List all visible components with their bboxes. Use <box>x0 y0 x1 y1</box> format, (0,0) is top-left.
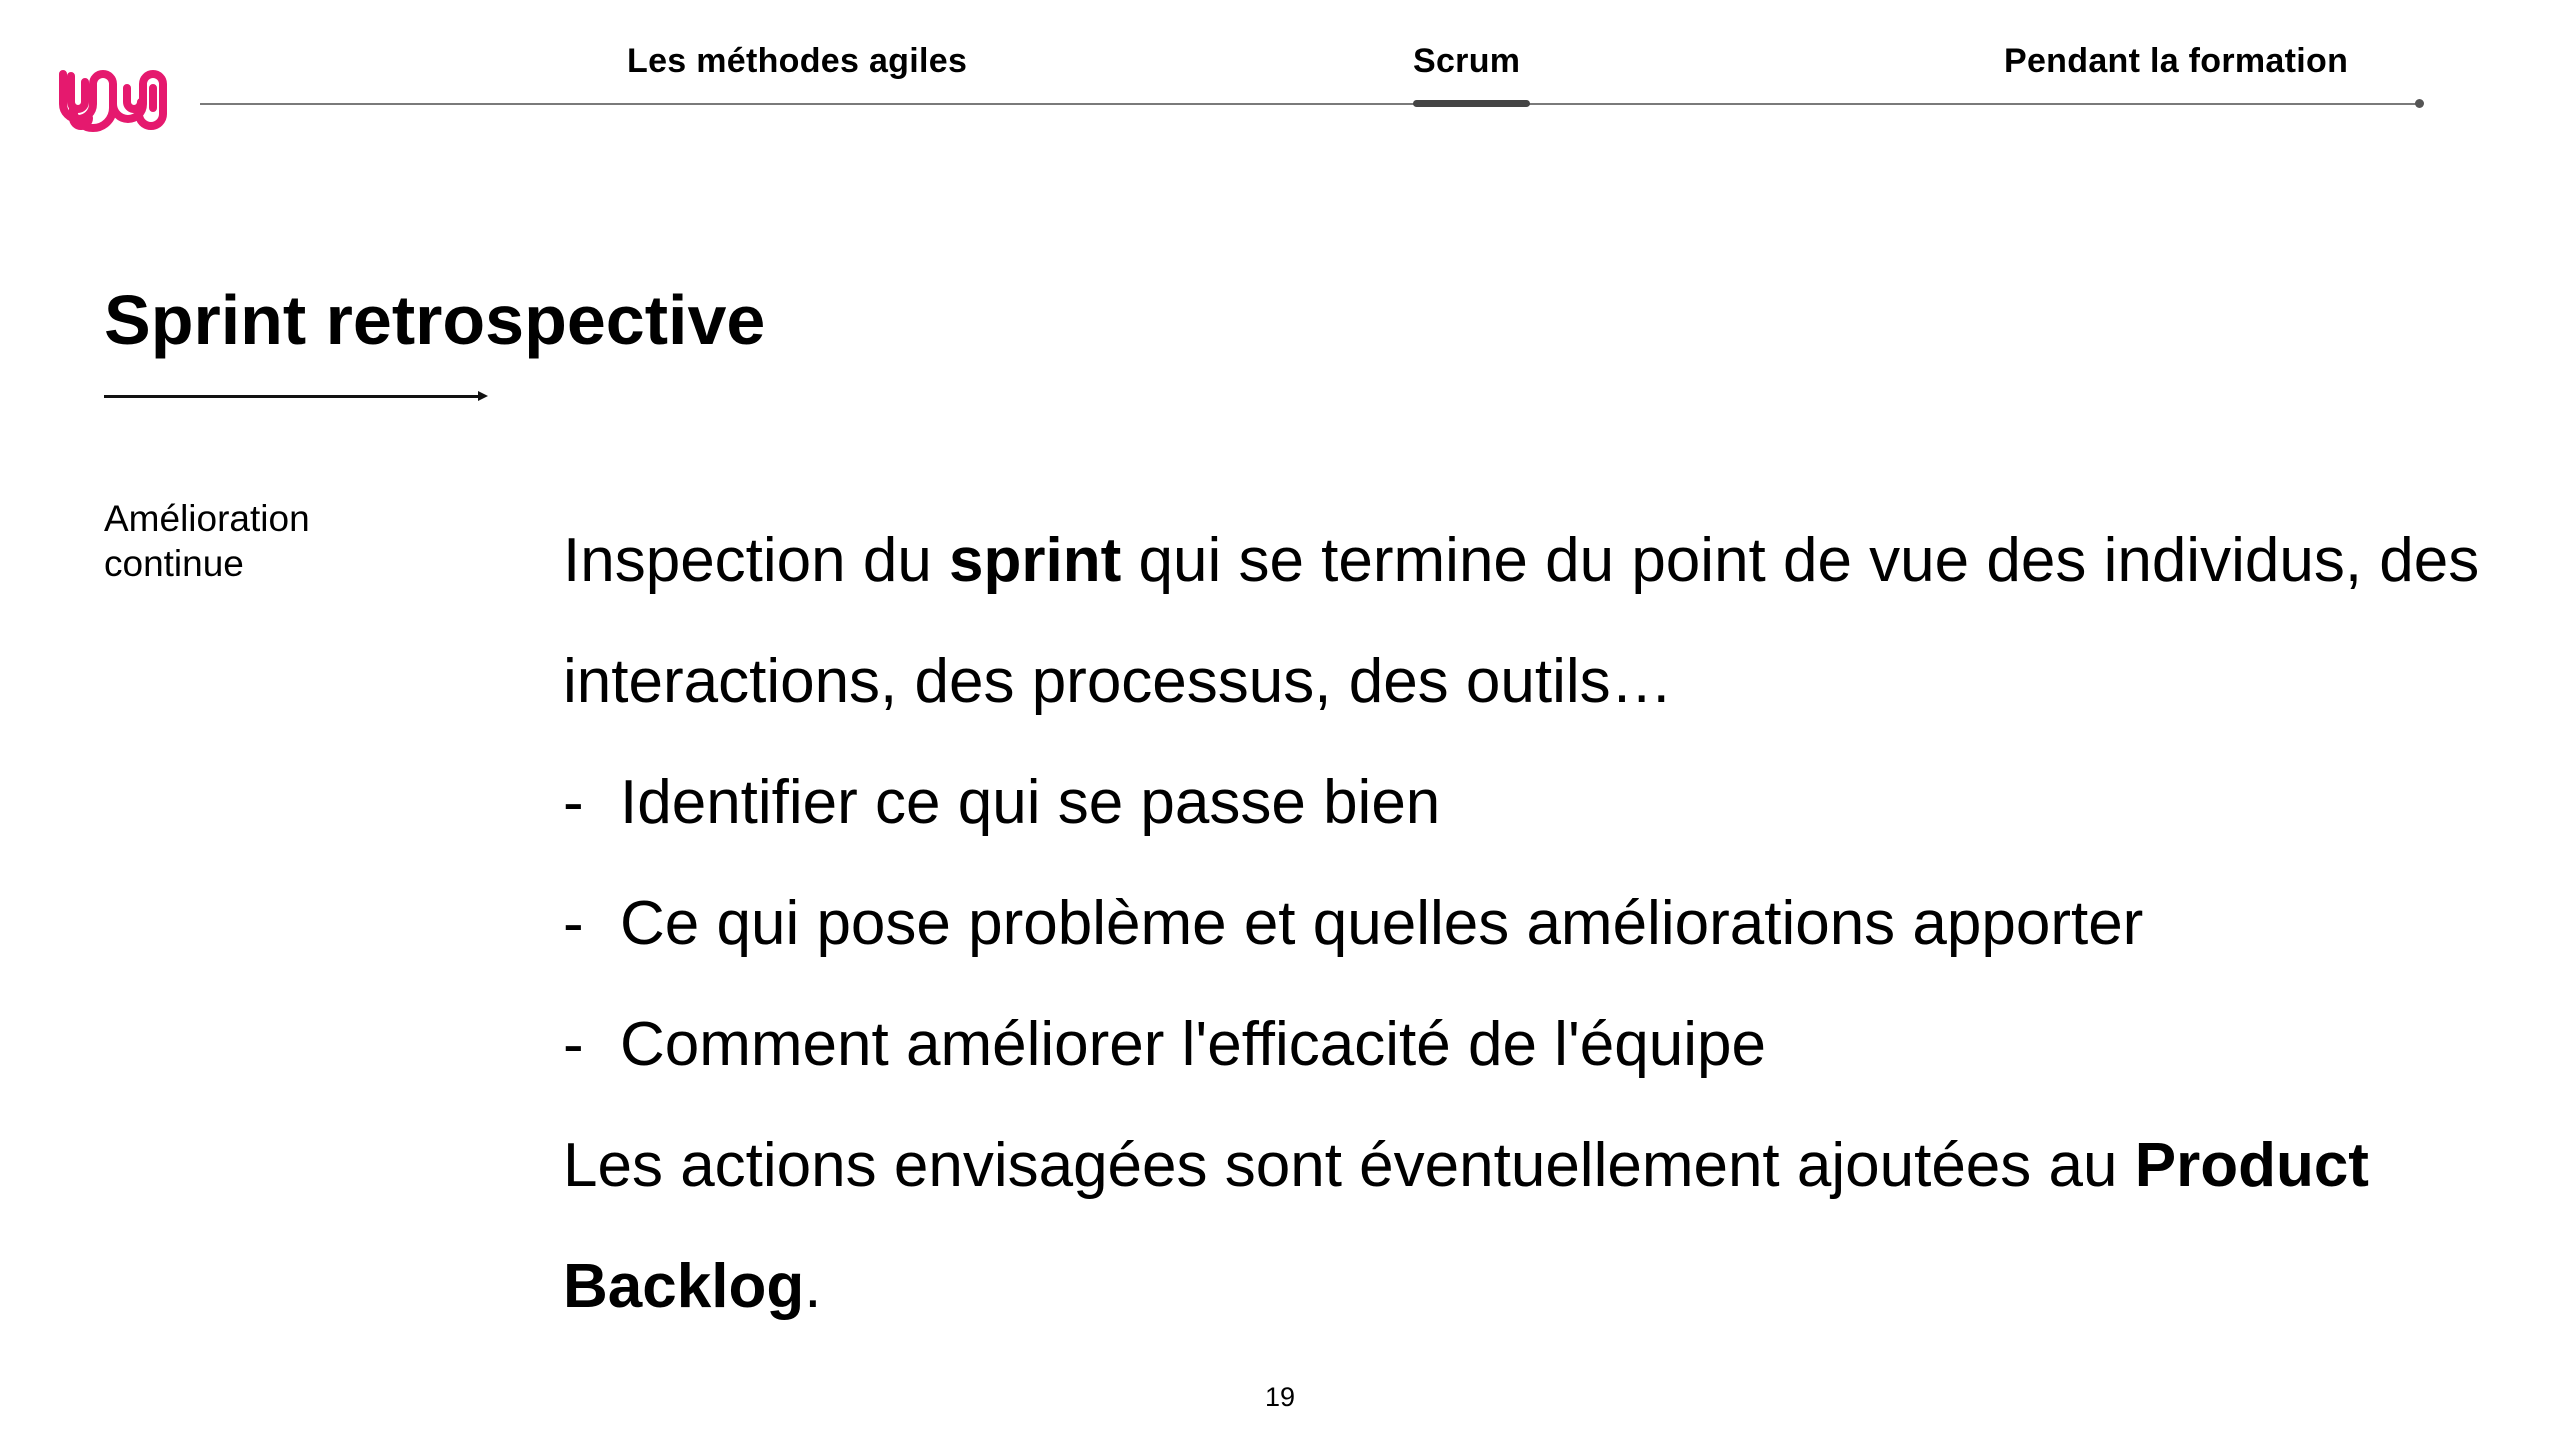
bullet-text: Identifier ce qui se passe bien <box>620 768 1441 837</box>
intro-paragraph: Inspection du sprint qui se termine du p… <box>563 500 2503 742</box>
slide-title: Sprint retrospective <box>104 281 766 359</box>
page-number: 19 <box>1264 1382 1296 1412</box>
intro-text-before: Inspection du <box>563 526 950 595</box>
title-underline <box>104 395 482 398</box>
nav-tab-methodes-agiles[interactable]: Les méthodes agiles <box>627 42 967 81</box>
outro-text-before: Les actions envisagées sont éventuelleme… <box>563 1131 2135 1200</box>
bullet-marker: - <box>563 889 584 958</box>
title-arrow-icon <box>478 391 488 401</box>
nav-end-dot <box>2415 99 2424 108</box>
nav-tab-pendant-formation[interactable]: Pendant la formation <box>2004 42 2348 81</box>
outro-paragraph: Les actions envisagées sont éventuelleme… <box>563 1105 2503 1347</box>
bullet-text: Comment améliorer l'efficacité de l'équi… <box>620 1010 1766 1079</box>
slide-body: Inspection du sprint qui se termine du p… <box>563 500 2503 1347</box>
nav-progress-line <box>200 103 2420 105</box>
bullet-marker: - <box>563 1010 584 1079</box>
bullet-marker: - <box>563 768 584 837</box>
brand-logo-icon <box>59 70 167 132</box>
sidebar-label: Amélioration continue <box>104 498 310 584</box>
bullet-item: - Identifier ce qui se passe bien <box>563 742 2503 863</box>
intro-text-bold: sprint <box>949 526 1122 595</box>
bullet-item: - Ce qui pose problème et quelles amélior… <box>563 863 2503 984</box>
nav-tab-scrum[interactable]: Scrum <box>1413 42 1520 81</box>
nav-active-indicator <box>1413 100 1530 107</box>
bullet-text: Ce qui pose problème et quelles améliora… <box>620 889 2144 958</box>
outro-text-after: . <box>804 1252 822 1321</box>
slide: Les méthodes agiles Scrum Pendant la for… <box>0 0 2560 1440</box>
bullet-item: - Comment améliorer l'efficacité de l'équ… <box>563 984 2503 1105</box>
